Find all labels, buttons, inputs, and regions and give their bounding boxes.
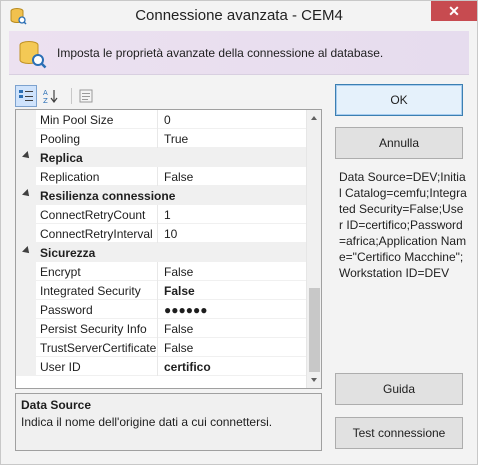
- row-gutter: [16, 205, 36, 224]
- property-value[interactable]: 10: [164, 227, 177, 241]
- categorized-view-button[interactable]: [15, 85, 37, 107]
- property-name: Integrated Security: [40, 284, 141, 298]
- svg-text:Z: Z: [43, 97, 48, 104]
- column-divider: [157, 338, 158, 357]
- categorized-icon: [19, 90, 33, 101]
- row-gutter: [16, 300, 36, 319]
- property-name: Pooling: [40, 132, 81, 146]
- vertical-scrollbar[interactable]: [306, 110, 321, 388]
- column-divider: [157, 281, 158, 300]
- property-row[interactable]: User ID certifico: [16, 357, 307, 376]
- property-name: Encrypt: [40, 265, 81, 279]
- category-row[interactable]: Replica: [16, 148, 307, 167]
- property-row[interactable]: ConnectRetryInterval 10: [16, 224, 307, 243]
- description-text: Indica il nome dell'origine dati a cui c…: [21, 415, 273, 429]
- property-value[interactable]: 0: [164, 113, 171, 127]
- property-row[interactable]: Pooling True: [16, 129, 307, 148]
- property-row[interactable]: Encrypt False: [16, 262, 307, 281]
- collapse-arrow-icon[interactable]: [22, 151, 32, 161]
- cancel-button[interactable]: Annulla: [335, 127, 463, 159]
- property-row[interactable]: TrustServerCertificate False: [16, 338, 307, 357]
- column-divider: [157, 205, 158, 224]
- title-bar: Connessione avanzata - CEM4 ✕: [1, 1, 477, 31]
- scroll-thumb[interactable]: [309, 288, 320, 372]
- column-divider: [157, 262, 158, 281]
- property-value[interactable]: False: [164, 322, 193, 336]
- property-pages-icon: [79, 89, 93, 103]
- collapse-arrow-icon[interactable]: [22, 246, 32, 256]
- collapse-arrow-icon[interactable]: [22, 189, 32, 199]
- property-pages-button[interactable]: [75, 85, 97, 107]
- row-gutter: [16, 167, 36, 186]
- property-value[interactable]: False: [164, 265, 193, 279]
- property-value[interactable]: False: [164, 170, 193, 184]
- property-value[interactable]: certifico: [164, 360, 211, 374]
- property-name: TrustServerCertificate: [40, 341, 157, 355]
- close-button[interactable]: ✕: [431, 1, 477, 21]
- property-value[interactable]: ●●●●●●: [164, 303, 208, 317]
- column-divider: [157, 357, 158, 376]
- help-button[interactable]: Guida: [335, 373, 463, 405]
- banner-text: Imposta le proprietà avanzate della conn…: [57, 46, 384, 60]
- database-search-icon: [19, 41, 47, 69]
- property-grid-rows: Min Pool Size 0 Pooling True Replica Replicat…: [16, 110, 307, 376]
- property-value[interactable]: 1: [164, 208, 171, 222]
- dialog-window: Connessione avanzata - CEM4 ✕ Imposta le…: [0, 0, 478, 465]
- property-name: User ID: [40, 360, 81, 374]
- column-divider: [157, 224, 158, 243]
- test-connection-button[interactable]: Test connessione: [335, 417, 463, 449]
- property-row[interactable]: Min Pool Size 0: [16, 110, 307, 129]
- category-name: Sicurezza: [40, 246, 96, 260]
- scroll-up-arrow-icon[interactable]: [307, 110, 321, 125]
- column-divider: [157, 167, 158, 186]
- window-title: Connessione avanzata - CEM4: [135, 7, 343, 24]
- property-name: Min Pool Size: [40, 113, 114, 127]
- description-panel: Data Source Indica il nome dell'origine …: [15, 393, 322, 451]
- property-value[interactable]: False: [164, 341, 193, 355]
- property-row[interactable]: Persist Security Info False: [16, 319, 307, 338]
- header-banner: Imposta le proprietà avanzate della conn…: [9, 31, 469, 75]
- category-row[interactable]: Resilienza connessione: [16, 186, 307, 205]
- row-gutter: [16, 281, 36, 300]
- description-title: Data Source: [21, 398, 92, 412]
- svg-text:A: A: [43, 89, 48, 97]
- property-name: ConnectRetryCount: [40, 208, 146, 222]
- property-name: Persist Security Info: [40, 322, 147, 336]
- row-gutter: [16, 224, 36, 243]
- column-divider: [157, 319, 158, 338]
- alphabetical-sort-button[interactable]: A Z: [39, 85, 61, 107]
- row-gutter: [16, 129, 36, 148]
- column-divider: [157, 129, 158, 148]
- category-name: Resilienza connessione: [40, 189, 176, 203]
- category-row[interactable]: Sicurezza: [16, 243, 307, 262]
- category-name: Replica: [40, 151, 83, 165]
- property-value[interactable]: True: [164, 132, 188, 146]
- property-name: Password: [40, 303, 93, 317]
- scroll-down-arrow-icon[interactable]: [307, 373, 321, 388]
- property-grid[interactable]: Min Pool Size 0 Pooling True Replica Replicat…: [15, 109, 322, 389]
- ok-button[interactable]: OK: [335, 84, 463, 116]
- row-gutter: [16, 357, 36, 376]
- toolbar-separator: [71, 88, 72, 104]
- row-gutter: [16, 338, 36, 357]
- connection-string: Data Source=DEV;Initial Catalog=cemfu;In…: [339, 170, 467, 280]
- column-divider: [157, 110, 158, 129]
- property-row[interactable]: ConnectRetryCount 1: [16, 205, 307, 224]
- property-name: ConnectRetryInterval: [40, 227, 153, 241]
- property-row[interactable]: Integrated Security False: [16, 281, 307, 300]
- property-row[interactable]: Replication False: [16, 167, 307, 186]
- property-name: Replication: [40, 170, 100, 184]
- row-gutter: [16, 262, 36, 281]
- row-gutter: [16, 110, 36, 129]
- row-gutter: [16, 319, 36, 338]
- column-divider: [157, 300, 158, 319]
- sort-az-icon: A Z: [43, 89, 58, 104]
- property-value[interactable]: False: [164, 284, 195, 298]
- property-row[interactable]: Password ●●●●●●: [16, 300, 307, 319]
